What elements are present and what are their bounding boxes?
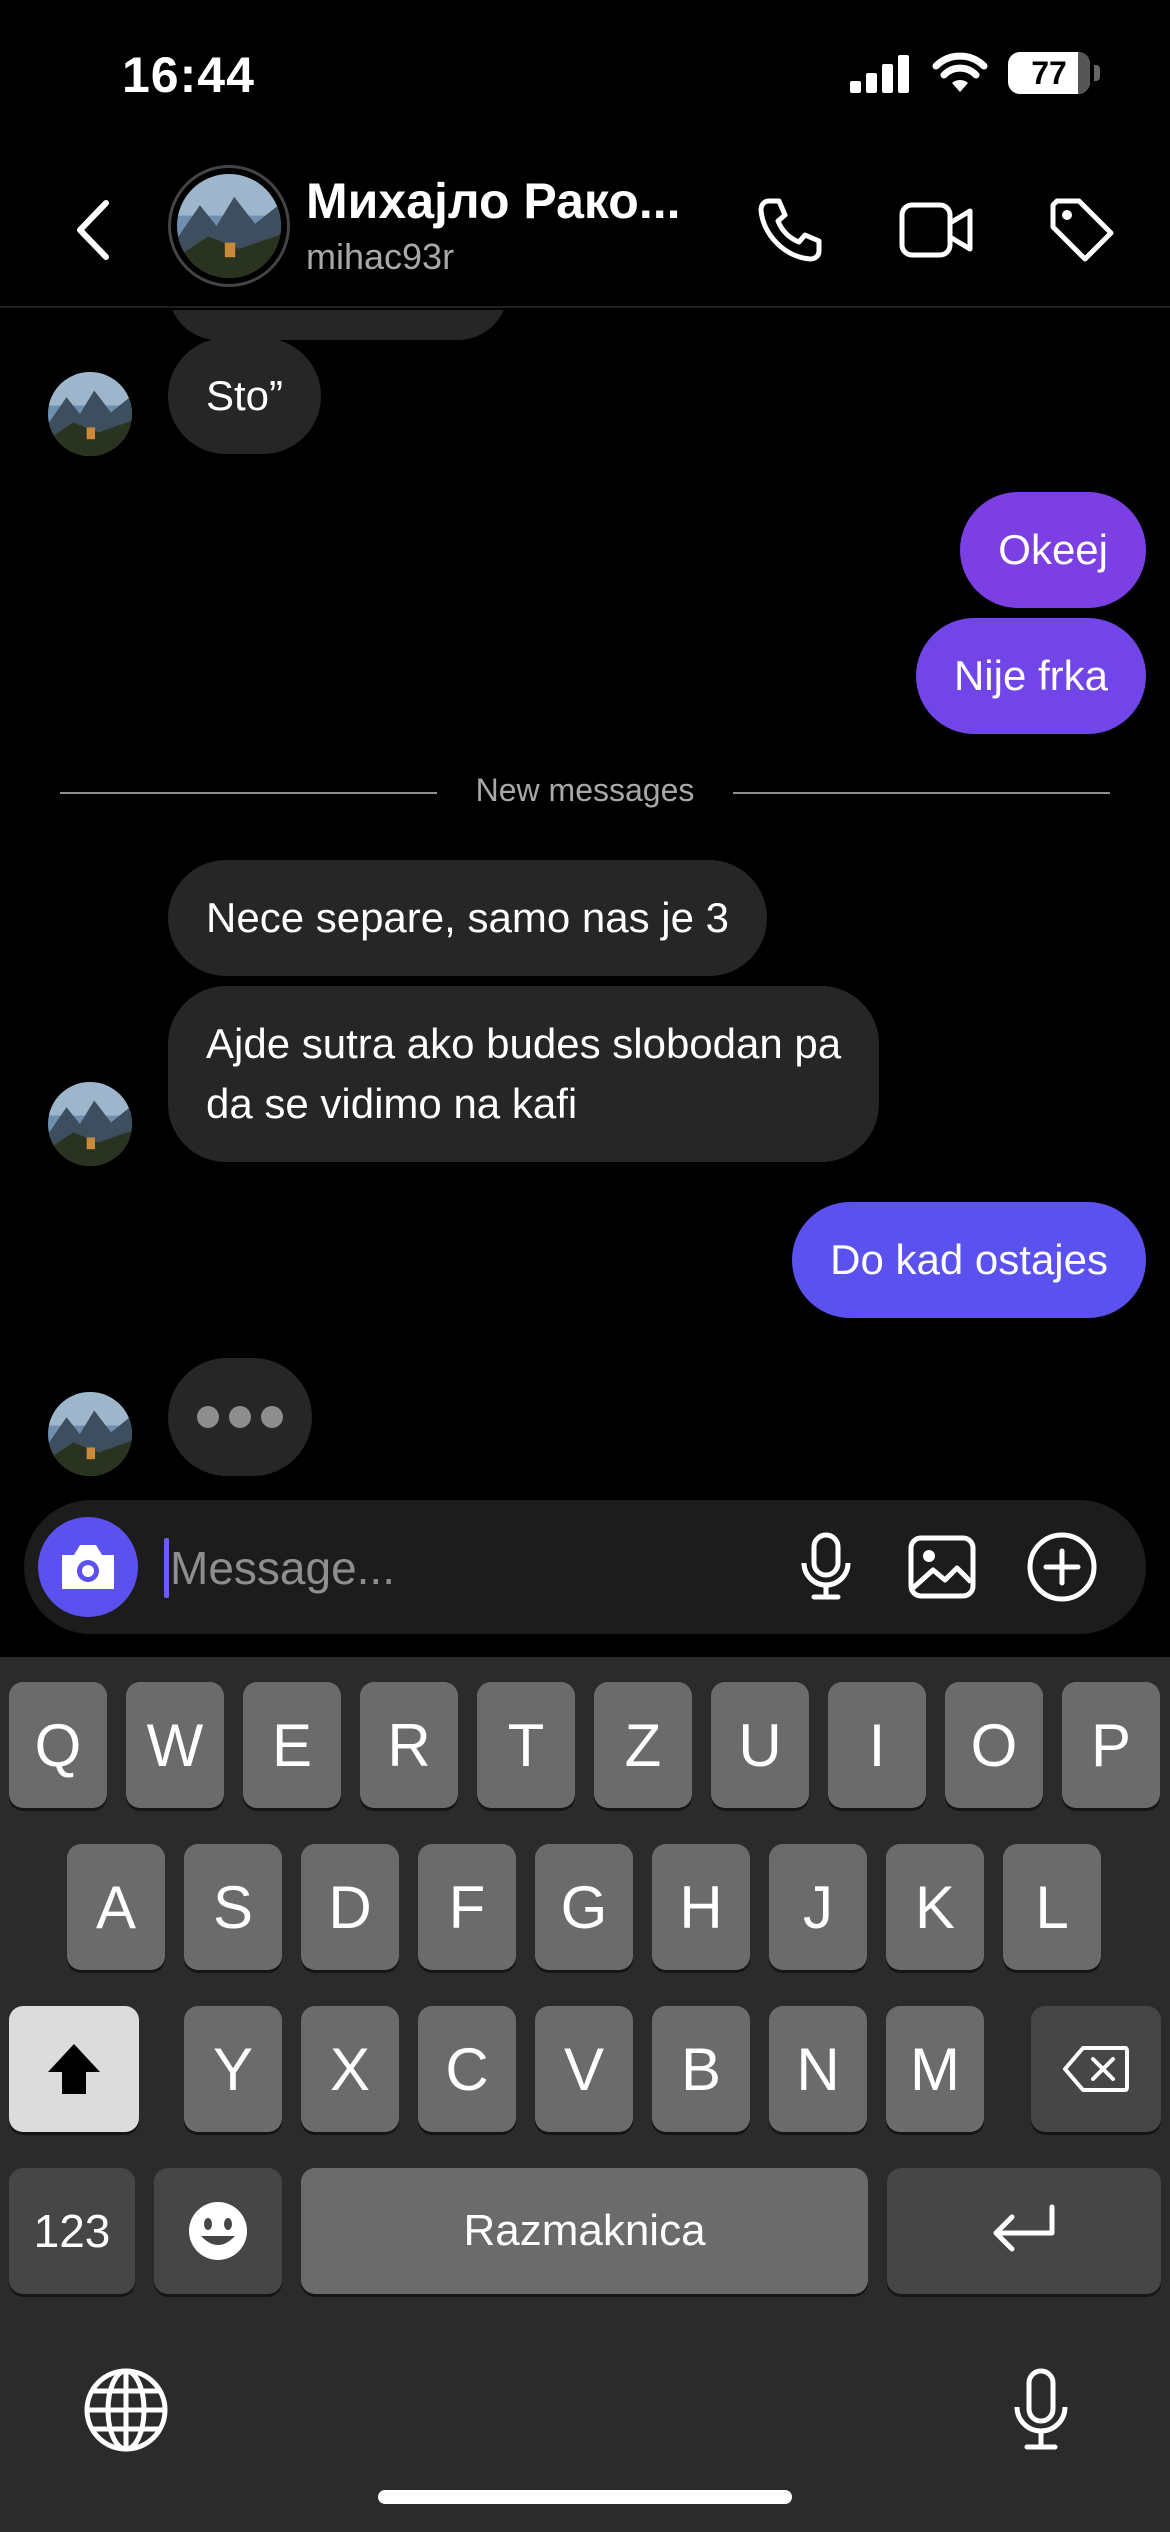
message-input[interactable] xyxy=(170,1528,770,1608)
key-i[interactable]: I xyxy=(828,1682,926,1808)
gallery-button[interactable] xyxy=(902,1527,982,1607)
key-j[interactable]: J xyxy=(769,1844,867,1970)
key-n[interactable]: N xyxy=(769,2006,867,2132)
backspace-key[interactable] xyxy=(1031,2006,1161,2132)
status-time: 16:44 xyxy=(122,47,255,103)
dictation-button[interactable] xyxy=(993,2362,1089,2458)
key-b[interactable]: B xyxy=(652,2006,750,2132)
tag-icon xyxy=(1050,198,1114,262)
wifi-icon xyxy=(932,52,988,92)
outgoing-message[interactable]: Okeej xyxy=(960,492,1146,608)
battery-cap xyxy=(1094,65,1100,81)
phone-icon xyxy=(758,198,822,262)
back-button[interactable] xyxy=(62,190,122,270)
home-indicator[interactable] xyxy=(378,2490,792,2504)
typing-dot xyxy=(197,1406,219,1428)
text-cursor xyxy=(164,1538,169,1598)
message-line: Ajde sutra ako budes slobodan pa xyxy=(206,1020,842,1067)
typing-dot xyxy=(229,1406,251,1428)
key-z[interactable]: Z xyxy=(594,1682,692,1808)
key-m[interactable]: M xyxy=(886,2006,984,2132)
key-a[interactable]: A xyxy=(67,1844,165,1970)
message-line: da se vidimo na kafi xyxy=(206,1080,578,1127)
microphone-icon xyxy=(1014,2368,1068,2450)
plus-circle-icon xyxy=(1027,1532,1097,1602)
microphone-icon xyxy=(801,1532,851,1600)
new-messages-divider: New messages xyxy=(60,772,1110,812)
key-h[interactable]: H xyxy=(652,1844,750,1970)
return-key[interactable] xyxy=(887,2168,1161,2294)
key-v[interactable]: V xyxy=(535,2006,633,2132)
key-o[interactable]: O xyxy=(945,1682,1043,1808)
key-r[interactable]: R xyxy=(360,1682,458,1808)
battery-indicator: 77 xyxy=(1008,52,1100,94)
voice-message-button[interactable] xyxy=(786,1527,866,1607)
status-bar: 16:44 77 xyxy=(0,0,1170,150)
key-p[interactable]: P xyxy=(1062,1682,1160,1808)
tag-button[interactable] xyxy=(1042,190,1122,270)
key-e[interactable]: E xyxy=(243,1682,341,1808)
battery-level: 77 xyxy=(1031,54,1067,91)
incoming-message[interactable]: Sto” xyxy=(168,338,322,454)
message-composer xyxy=(24,1500,1146,1634)
return-icon xyxy=(993,2204,1055,2252)
key-t[interactable]: T xyxy=(477,1682,575,1808)
mountain-photo-icon xyxy=(48,372,132,456)
key-x[interactable]: X xyxy=(301,2006,399,2132)
outgoing-message[interactable]: Do kad ostajes xyxy=(792,1202,1146,1318)
contact-avatar[interactable] xyxy=(168,165,290,287)
typing-indicator xyxy=(168,1358,312,1476)
key-f[interactable]: F xyxy=(418,1844,516,1970)
key-g[interactable]: G xyxy=(535,1844,633,1970)
key-w[interactable]: W xyxy=(126,1682,224,1808)
numbers-key[interactable]: 123 xyxy=(9,2168,135,2294)
sender-avatar[interactable] xyxy=(48,372,132,456)
typing-dot xyxy=(261,1406,283,1428)
voice-call-button[interactable] xyxy=(750,190,830,270)
shift-icon xyxy=(48,2044,100,2094)
key-c[interactable]: C xyxy=(418,2006,516,2132)
incoming-message-multiline[interactable]: Ajde sutra ako budes slobodan pa da se v… xyxy=(168,986,880,1162)
video-camera-icon xyxy=(899,202,973,258)
image-icon xyxy=(908,1535,976,1599)
shift-key[interactable] xyxy=(9,2006,139,2132)
emoji-icon xyxy=(189,2202,247,2260)
globe-icon xyxy=(84,2368,168,2452)
chevron-left-icon xyxy=(77,200,109,260)
cellular-signal-icon xyxy=(850,55,909,93)
incoming-message[interactable]: Nece separe, samo nas je 3 xyxy=(168,860,767,976)
status-icons: 77 xyxy=(850,52,1100,94)
key-l[interactable]: L xyxy=(1003,1844,1101,1970)
globe-button[interactable] xyxy=(78,2362,174,2458)
key-u[interactable]: U xyxy=(711,1682,809,1808)
outgoing-message[interactable]: Nije frka xyxy=(915,618,1146,734)
space-key[interactable]: Razmaknica xyxy=(301,2168,868,2294)
mountain-photo-icon xyxy=(177,174,281,278)
camera-icon xyxy=(62,1545,114,1589)
key-k[interactable]: K xyxy=(886,1844,984,1970)
keyboard: Q W E R T Z U I O P A S D F G H J K L Y … xyxy=(0,1657,1170,2532)
chat-header: Михајло Рако... mihac93r xyxy=(0,150,1170,308)
more-options-button[interactable] xyxy=(1022,1527,1102,1607)
contact-username[interactable]: mihac93r xyxy=(306,236,454,278)
key-q[interactable]: Q xyxy=(9,1682,107,1808)
key-d[interactable]: D xyxy=(301,1844,399,1970)
backspace-icon xyxy=(1063,2046,1129,2092)
message-bubble-clipped[interactable] xyxy=(168,310,508,340)
divider-label: New messages xyxy=(475,772,695,808)
message-list[interactable]: Sto” Okeej Nije frka New messages Nece s… xyxy=(0,310,1170,1490)
sender-avatar[interactable] xyxy=(48,1082,132,1166)
contact-name[interactable]: Михајло Рако... xyxy=(306,172,681,230)
emoji-key[interactable] xyxy=(154,2168,282,2294)
divider-line-right xyxy=(733,792,1110,794)
key-s[interactable]: S xyxy=(184,1844,282,1970)
mountain-photo-icon xyxy=(48,1082,132,1166)
key-y[interactable]: Y xyxy=(184,2006,282,2132)
camera-button[interactable] xyxy=(38,1517,138,1617)
video-call-button[interactable] xyxy=(896,190,976,270)
mountain-photo-icon xyxy=(48,1392,132,1476)
sender-avatar[interactable] xyxy=(48,1392,132,1476)
battery-empty-part xyxy=(1078,52,1090,94)
